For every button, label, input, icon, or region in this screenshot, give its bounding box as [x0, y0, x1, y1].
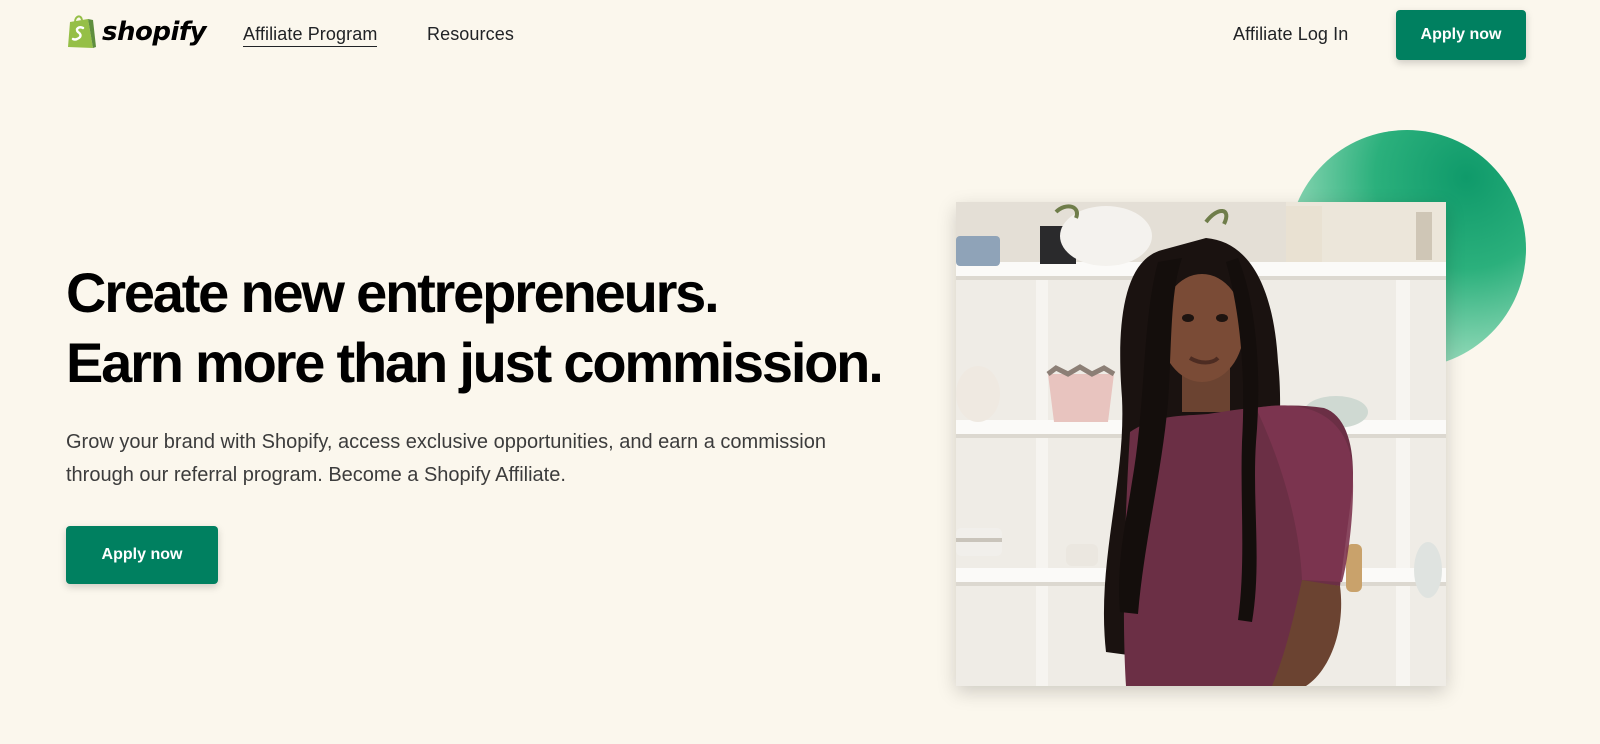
hero-subtitle: Grow your brand with Shopify, access exc… — [66, 431, 826, 486]
hero-title-line-1: Create new entrepreneurs. — [66, 261, 720, 324]
top-navigation: shopify Affiliate Program Resources Affi… — [0, 0, 1600, 70]
hero-photo — [956, 202, 1446, 686]
shopify-logo[interactable]: shopify — [66, 14, 207, 50]
hero-title-line-2: Earn more than just commission. — [66, 331, 884, 394]
hero-title: Create new entrepreneurs. Earn more than… — [66, 258, 886, 398]
brand-wordmark: shopify — [102, 17, 207, 47]
apply-now-button-hero[interactable]: Apply now — [66, 526, 218, 584]
hero-photo-illustration — [956, 202, 1446, 686]
nav-link-resources[interactable]: Resources — [427, 24, 514, 45]
shopify-bag-icon — [68, 15, 96, 48]
apply-now-button-header[interactable]: Apply now — [1396, 10, 1526, 60]
nav-link-affiliate-program[interactable]: Affiliate Program — [243, 24, 378, 47]
affiliate-login-link[interactable]: Affiliate Log In — [1233, 24, 1348, 45]
